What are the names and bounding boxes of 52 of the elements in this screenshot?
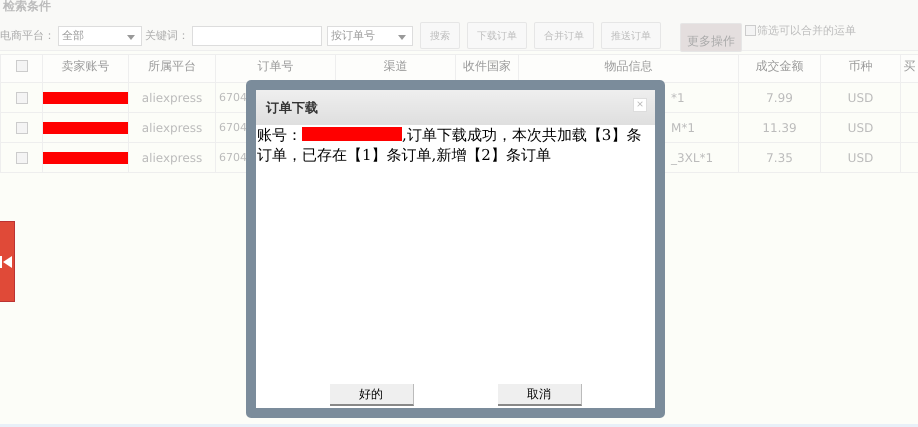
column-header: 订单号 (258, 59, 294, 73)
caret-icon (398, 34, 406, 40)
panel-title: 检索条件 (2, 0, 52, 14)
collapse-tab[interactable] (0, 221, 15, 302)
skip-back-icon (0, 254, 12, 268)
column-header: 买 (904, 59, 916, 73)
checkbox[interactable] (16, 122, 28, 134)
table-cell: 6704 (219, 91, 247, 104)
search-type-dropdown[interactable]: 按订单号 (327, 26, 413, 46)
dialog-title: 订单下载 (266, 100, 318, 116)
table-cell: 6704 (219, 121, 247, 134)
checkbox[interactable] (745, 25, 756, 36)
table-cell: 6704 (219, 151, 247, 164)
toolbar-button[interactable]: 推送订单 (601, 22, 661, 49)
checkbox-label: 筛选可以合并的运单 (757, 23, 856, 38)
caret-icon (127, 34, 135, 40)
table-cell: _3XL*1 (671, 150, 714, 164)
column-header: 收件国家 (463, 59, 511, 73)
dialog-button[interactable]: 好的 (330, 384, 414, 406)
table-cell: 7.35 (766, 150, 793, 164)
message-text: 订单，已存在【1】条订单,新增【2】条订单 (257, 145, 551, 165)
checkbox[interactable] (16, 152, 28, 164)
close-button[interactable]: × (633, 98, 647, 112)
field-label: 关键词： (145, 28, 189, 43)
column-header: 物品信息 (604, 59, 652, 73)
table-cell: USD (848, 120, 874, 134)
table-cell: aliexpress (142, 90, 202, 104)
keyword-field[interactable] (192, 26, 322, 46)
column-header: 成交金额 (756, 59, 804, 73)
table-cell: USD (848, 90, 874, 104)
checkbox[interactable] (16, 60, 28, 72)
message-text: ,订单下载成功，本次共加载【3】条 (402, 126, 642, 144)
field-label: 电商平台： (0, 28, 55, 43)
column-header: 所属平台 (148, 59, 196, 73)
toolbar-button[interactable]: 更多操作 (680, 23, 742, 52)
toolbar-button[interactable]: 下载订单 (467, 22, 527, 49)
checkbox[interactable] (16, 92, 28, 104)
table-cell: USD (848, 150, 874, 164)
table-cell: aliexpress (142, 120, 202, 134)
column-header: 币种 (848, 59, 872, 73)
table-cell: *1 (671, 90, 685, 104)
platform-dropdown[interactable]: 全部 (58, 26, 142, 46)
toolbar-button[interactable]: 搜索 (420, 22, 460, 49)
table-cell: aliexpress (142, 150, 202, 164)
table-cell: 11.39 (762, 120, 797, 134)
table-cell: M*1 (671, 120, 695, 134)
column-header: 渠道 (384, 59, 408, 73)
table-cell: 7.99 (766, 90, 793, 104)
column-header: 卖家账号 (62, 59, 110, 73)
toolbar-button[interactable]: 合并订单 (534, 22, 594, 49)
message-text: 账号： (257, 126, 302, 144)
dialog-button[interactable]: 取消 (498, 384, 582, 406)
